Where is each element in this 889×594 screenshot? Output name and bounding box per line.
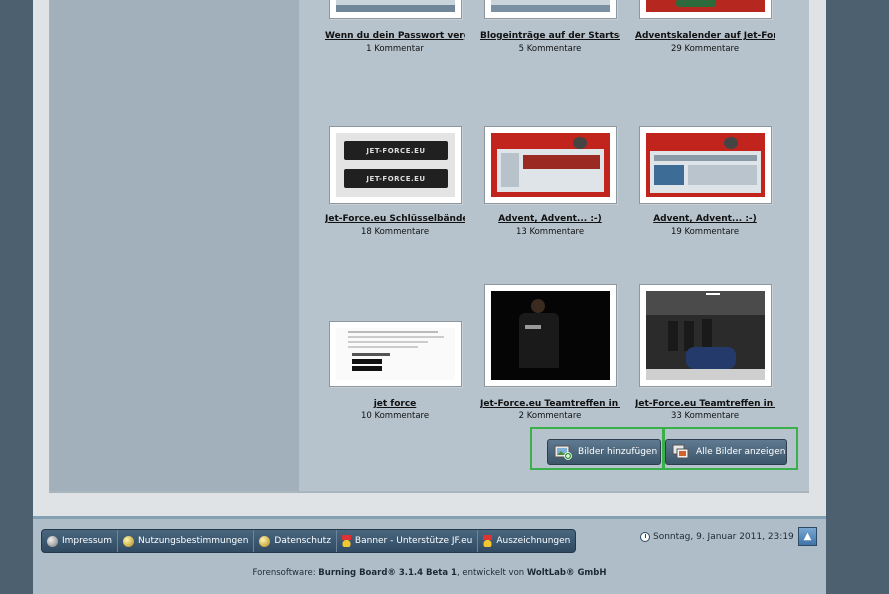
item-comment-count: 19 Kommentare [670, 227, 740, 237]
thumbnail[interactable] [329, 321, 462, 387]
credits-vendor-link[interactable]: WoltLab® GmbH [527, 568, 607, 578]
add-images-button[interactable]: Bilder hinzufügen [547, 439, 661, 465]
footer-link-auszeichnungen[interactable]: Auszeichnungen [478, 530, 575, 552]
footer-link-datenschutz[interactable]: Datenschutz [254, 530, 337, 552]
thumbnail[interactable] [639, 0, 772, 19]
date-time-text: Sonntag, 9. Januar 2011, 23:19 [653, 532, 794, 542]
item-title[interactable]: Wenn du dein Passwort verges [325, 31, 465, 41]
info-icon [259, 535, 271, 547]
date-time: Sonntag, 9. Januar 2011, 23:19 [640, 532, 794, 542]
item-comment-count: 5 Kommentare [518, 44, 582, 54]
item-title[interactable]: Blogeinträge auf der Startseite [480, 31, 620, 41]
show-all-images-button[interactable]: Alle Bilder anzeigen [665, 439, 787, 465]
item-title[interactable]: Adventskalender auf Jet-Force [635, 31, 775, 41]
footer-link-label: Nutzungsbestimmungen [138, 536, 249, 546]
item-title[interactable]: Jet-Force.eu Teamtreffen in O [635, 399, 775, 409]
credits-middle: , entwickelt von [456, 568, 527, 578]
footer-nav: Impressum Nutzungsbestimmungen Datenschu… [41, 529, 577, 553]
credits-prefix: Forensoftware: [252, 568, 319, 578]
item-comment-count: 1 Kommentar [366, 44, 424, 54]
gallery: Wenn du dein Passwort verges 1 Kommentar… [299, 0, 809, 491]
left-column [50, 0, 299, 491]
thumbnail[interactable] [329, 0, 462, 19]
scroll-to-top-button[interactable]: ▲ [798, 527, 817, 546]
medal-icon [341, 535, 351, 547]
add-image-icon [554, 444, 572, 460]
footer-link-nutzungsbestimmungen[interactable]: Nutzungsbestimmungen [118, 530, 255, 552]
info-icon [123, 535, 135, 547]
footer: Impressum Nutzungsbestimmungen Datenschu… [33, 516, 826, 594]
item-comment-count: 2 Kommentare [518, 411, 582, 421]
footer-link-label: Banner - Unterstütze JF.eu [354, 536, 473, 546]
arrow-up-icon: ▲ [803, 531, 812, 542]
add-images-label: Bilder hinzufügen [578, 447, 658, 457]
thumbnail[interactable]: JET-FORCE.EU JET-FORCE.EU [329, 126, 462, 204]
content-area: Wenn du dein Passwort verges 1 Kommentar… [49, 0, 809, 493]
item-comment-count: 18 Kommentare [360, 227, 430, 237]
images-icon [672, 444, 690, 460]
lanyard-image: JET-FORCE.EU [344, 169, 448, 188]
thumbnail[interactable] [484, 0, 617, 19]
item-title[interactable]: jet force [325, 399, 465, 409]
thumbnail[interactable] [484, 126, 617, 204]
lanyard-image: JET-FORCE.EU [344, 141, 448, 160]
item-title[interactable]: Advent, Advent... :-) [480, 214, 620, 224]
page: Wenn du dein Passwort verges 1 Kommentar… [33, 0, 826, 594]
medal-icon [483, 535, 493, 547]
info-icon [47, 535, 58, 547]
item-comment-count: 13 Kommentare [515, 227, 585, 237]
item-comment-count: 33 Kommentare [670, 411, 740, 421]
item-comment-count: 29 Kommentare [670, 44, 740, 54]
item-title[interactable]: Advent, Advent... :-) [635, 214, 775, 224]
footer-link-label: Datenschutz [274, 536, 331, 546]
thumbnail[interactable] [484, 284, 617, 387]
footer-link-label: Impressum [62, 536, 113, 546]
item-title[interactable]: Jet-Force.eu Schlüsselbänder [325, 214, 465, 224]
credits: Forensoftware: Burning Board® 3.1.4 Beta… [33, 568, 826, 578]
credits-product-link[interactable]: Burning Board® 3.1.4 Beta 1 [318, 568, 457, 578]
clock-icon [640, 532, 650, 542]
footer-link-impressum[interactable]: Impressum [42, 530, 119, 552]
footer-link-banner[interactable]: Banner - Unterstütze JF.eu [337, 530, 479, 552]
item-comment-count: 10 Kommentare [360, 411, 430, 421]
thumbnail[interactable] [639, 126, 772, 204]
item-title[interactable]: Jet-Force.eu Teamtreffen in O [480, 399, 620, 409]
footer-link-label: Auszeichnungen [496, 536, 571, 546]
thumbnail[interactable] [639, 284, 772, 387]
show-all-images-label: Alle Bilder anzeigen [696, 447, 786, 457]
